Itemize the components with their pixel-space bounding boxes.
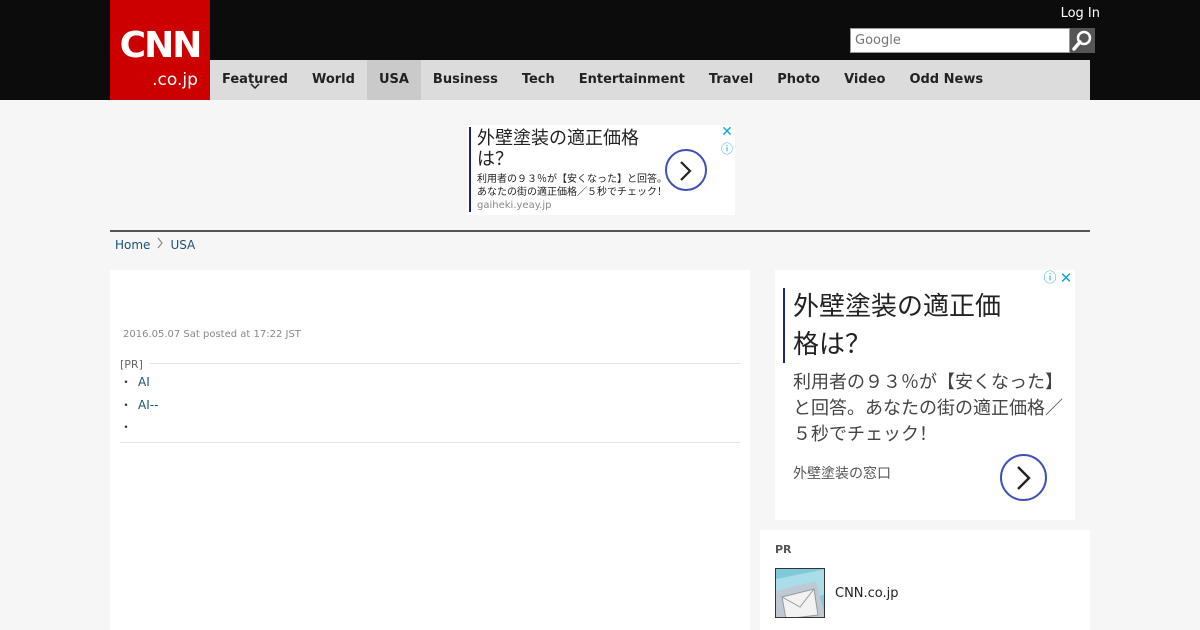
main-nav: Featured World USA Business Tech Enterta…	[210, 60, 1090, 100]
chevron-right-icon	[1016, 466, 1031, 490]
ad-close-icon[interactable]: ✕	[1059, 271, 1073, 286]
ad-body: 利用者の９３％が【安くなった】と回答。あなたの街の適正価格／５秒でチェック！	[793, 372, 1063, 445]
pr-link[interactable]: AI	[138, 375, 150, 389]
pr-thumbnail[interactable]	[775, 568, 825, 618]
side-ad-banner[interactable]: 外壁塗装の適正価格は？ 利用者の９３％が【安くなった】と回答。あなたの街の適正価…	[775, 270, 1075, 520]
side-pr-box: PR CNN.co.jp	[760, 530, 1090, 630]
nav-item-world[interactable]: World	[300, 60, 367, 100]
pr-divider-bottom	[120, 442, 740, 443]
ad-domain: gaiheki.yeay.jp	[477, 200, 552, 211]
nav-item-travel[interactable]: Travel	[697, 60, 765, 100]
pr-item-title[interactable]: CNN.co.jp	[835, 585, 899, 603]
nav-label: USA	[378, 72, 409, 87]
chevron-down-icon	[210, 82, 300, 92]
logo-text: CNN	[119, 25, 203, 66]
nav-label: Tech	[521, 72, 555, 87]
nav-label: World	[311, 72, 355, 87]
nav-item-entertainment[interactable]: Entertainment	[567, 60, 697, 100]
breadcrumb-usa[interactable]: USA	[170, 237, 195, 254]
pr-link-item: ・ AI	[120, 375, 150, 389]
ad-arrow-button[interactable]	[1000, 454, 1047, 501]
ad-close-icon[interactable]: ✕	[720, 125, 734, 139]
ad-arrow-button[interactable]	[665, 149, 707, 191]
nav-item-business[interactable]: Business	[421, 60, 510, 100]
nav-label: Business	[432, 72, 498, 87]
post-timestamp: 2016.05.07 Sat posted at 17:22 JST	[123, 329, 301, 340]
pr-divider	[150, 363, 740, 364]
nav-item-video[interactable]: Video	[832, 60, 897, 100]
article-card: 2016.05.07 Sat posted at 17:22 JST [PR] …	[110, 270, 750, 630]
ad-source: 外壁塗装の窓口	[793, 466, 891, 482]
chevron-right-icon	[156, 237, 164, 254]
search-icon	[1072, 30, 1092, 51]
nav-item-usa[interactable]: USA	[366, 60, 421, 100]
section-divider	[110, 230, 1090, 232]
ad-headline: 外壁塗装の適正価格は？	[793, 292, 1002, 360]
ad-headline: 外壁塗装の適正価格は？	[477, 128, 639, 170]
pr-label: [PR]	[120, 358, 143, 371]
adchoices-info-icon[interactable]: ⓘ	[1043, 272, 1057, 286]
adchoices-info-icon[interactable]: ⓘ	[720, 142, 734, 156]
cnn-logo[interactable]: CNN .co.jp	[110, 0, 210, 100]
pr-link-item: ・	[120, 420, 133, 434]
search-input[interactable]	[850, 28, 1070, 53]
login-link[interactable]: Log In	[1050, 5, 1100, 23]
nav-item-odd-news[interactable]: Odd News	[897, 60, 995, 100]
nav-label: Odd News	[909, 72, 984, 87]
top-ad-banner[interactable]: 外壁塗装の適正価格は？ 利用者の９３％が【安くなった】と回答。あなたの街の適正価…	[467, 125, 735, 215]
nav-label: Entertainment	[578, 72, 685, 87]
nav-label: Travel	[708, 72, 754, 87]
search-button[interactable]	[1070, 28, 1095, 53]
side-pr-label: PR	[775, 543, 792, 556]
breadcrumb-home[interactable]: Home	[115, 237, 150, 254]
nav-item-tech[interactable]: Tech	[510, 60, 567, 100]
nav-label: Photo	[777, 72, 821, 87]
ad-accent-bar	[783, 288, 785, 363]
nav-item-photo[interactable]: Photo	[765, 60, 832, 100]
nav-label: Video	[844, 72, 886, 87]
pr-link-item: ・ AI--	[120, 398, 159, 412]
nav-item-featured[interactable]: Featured	[210, 60, 300, 100]
mail-image-icon	[776, 569, 824, 617]
logo-domain: .co.jp	[152, 70, 198, 90]
ad-accent-bar	[469, 127, 471, 212]
ad-body: 利用者の９３％が【安くなった】と回答。あなたの街の適正価格／５秒でチェック！ g…	[477, 173, 667, 212]
pr-link[interactable]: AI--	[138, 398, 158, 412]
ad-body-text: 利用者の９３％が【安くなった】と回答。あなたの街の適正価格／５秒でチェック！	[477, 174, 667, 198]
breadcrumb: Home USA	[115, 237, 195, 254]
chevron-right-icon	[680, 161, 692, 181]
